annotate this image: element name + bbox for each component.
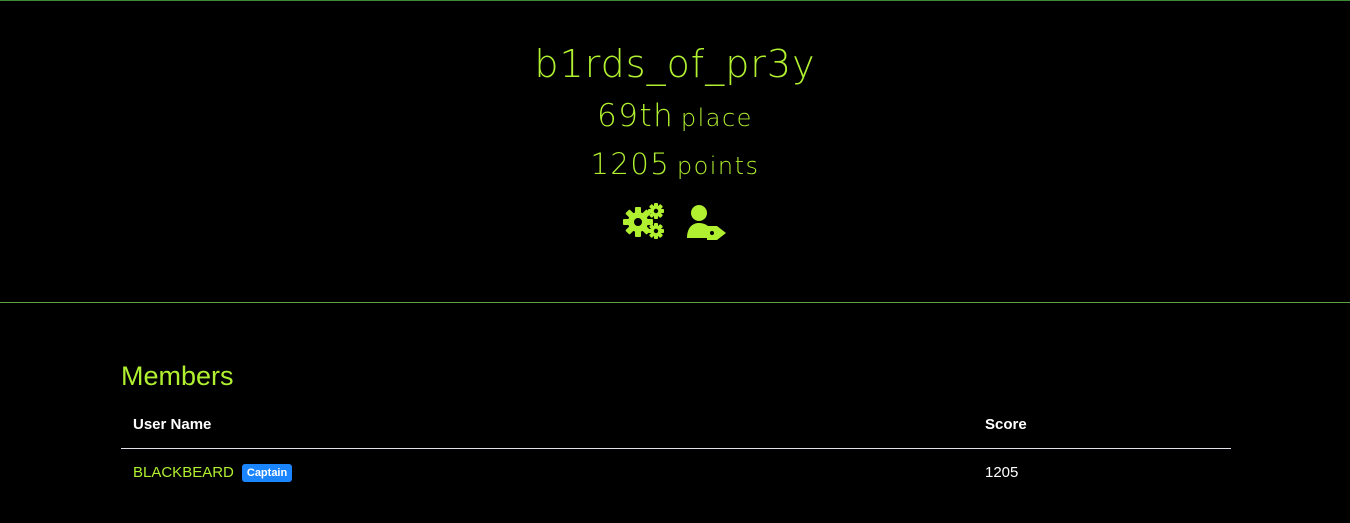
team-name: b1rds_of_pr3y — [534, 42, 816, 86]
member-score-cell: 1205 — [985, 464, 1019, 481]
place-number: 69th — [597, 98, 675, 134]
members-table-container: User Name Score BLACKBEARD Captain 1205 — [121, 403, 1231, 497]
table-row: BLACKBEARD Captain 1205 — [121, 449, 1231, 498]
team-place: 69th place — [0, 96, 1350, 141]
table-header-row: User Name Score — [121, 403, 1231, 449]
captain-badge: Captain — [241, 464, 293, 482]
column-header-user-name: User Name — [121, 403, 973, 449]
members-table: User Name Score BLACKBEARD Captain 1205 — [121, 403, 1231, 497]
team-points: 1205 points — [0, 144, 1350, 189]
team-actions — [0, 202, 1350, 242]
points-label: points — [676, 152, 760, 180]
place-label: place — [680, 104, 753, 132]
points-number: 1205 — [590, 147, 671, 181]
member-user-link[interactable]: BLACKBEARD — [133, 464, 234, 481]
user-tag-icon[interactable] — [685, 202, 727, 245]
section-divider — [0, 302, 1350, 303]
gears-icon[interactable] — [622, 202, 665, 245]
column-header-score: Score — [973, 403, 1231, 449]
team-header: b1rds_of_pr3y 69th place 1205 points — [0, 1, 1350, 302]
member-user-cell: BLACKBEARD Captain — [121, 449, 973, 498]
members-heading: Members — [121, 361, 234, 391]
